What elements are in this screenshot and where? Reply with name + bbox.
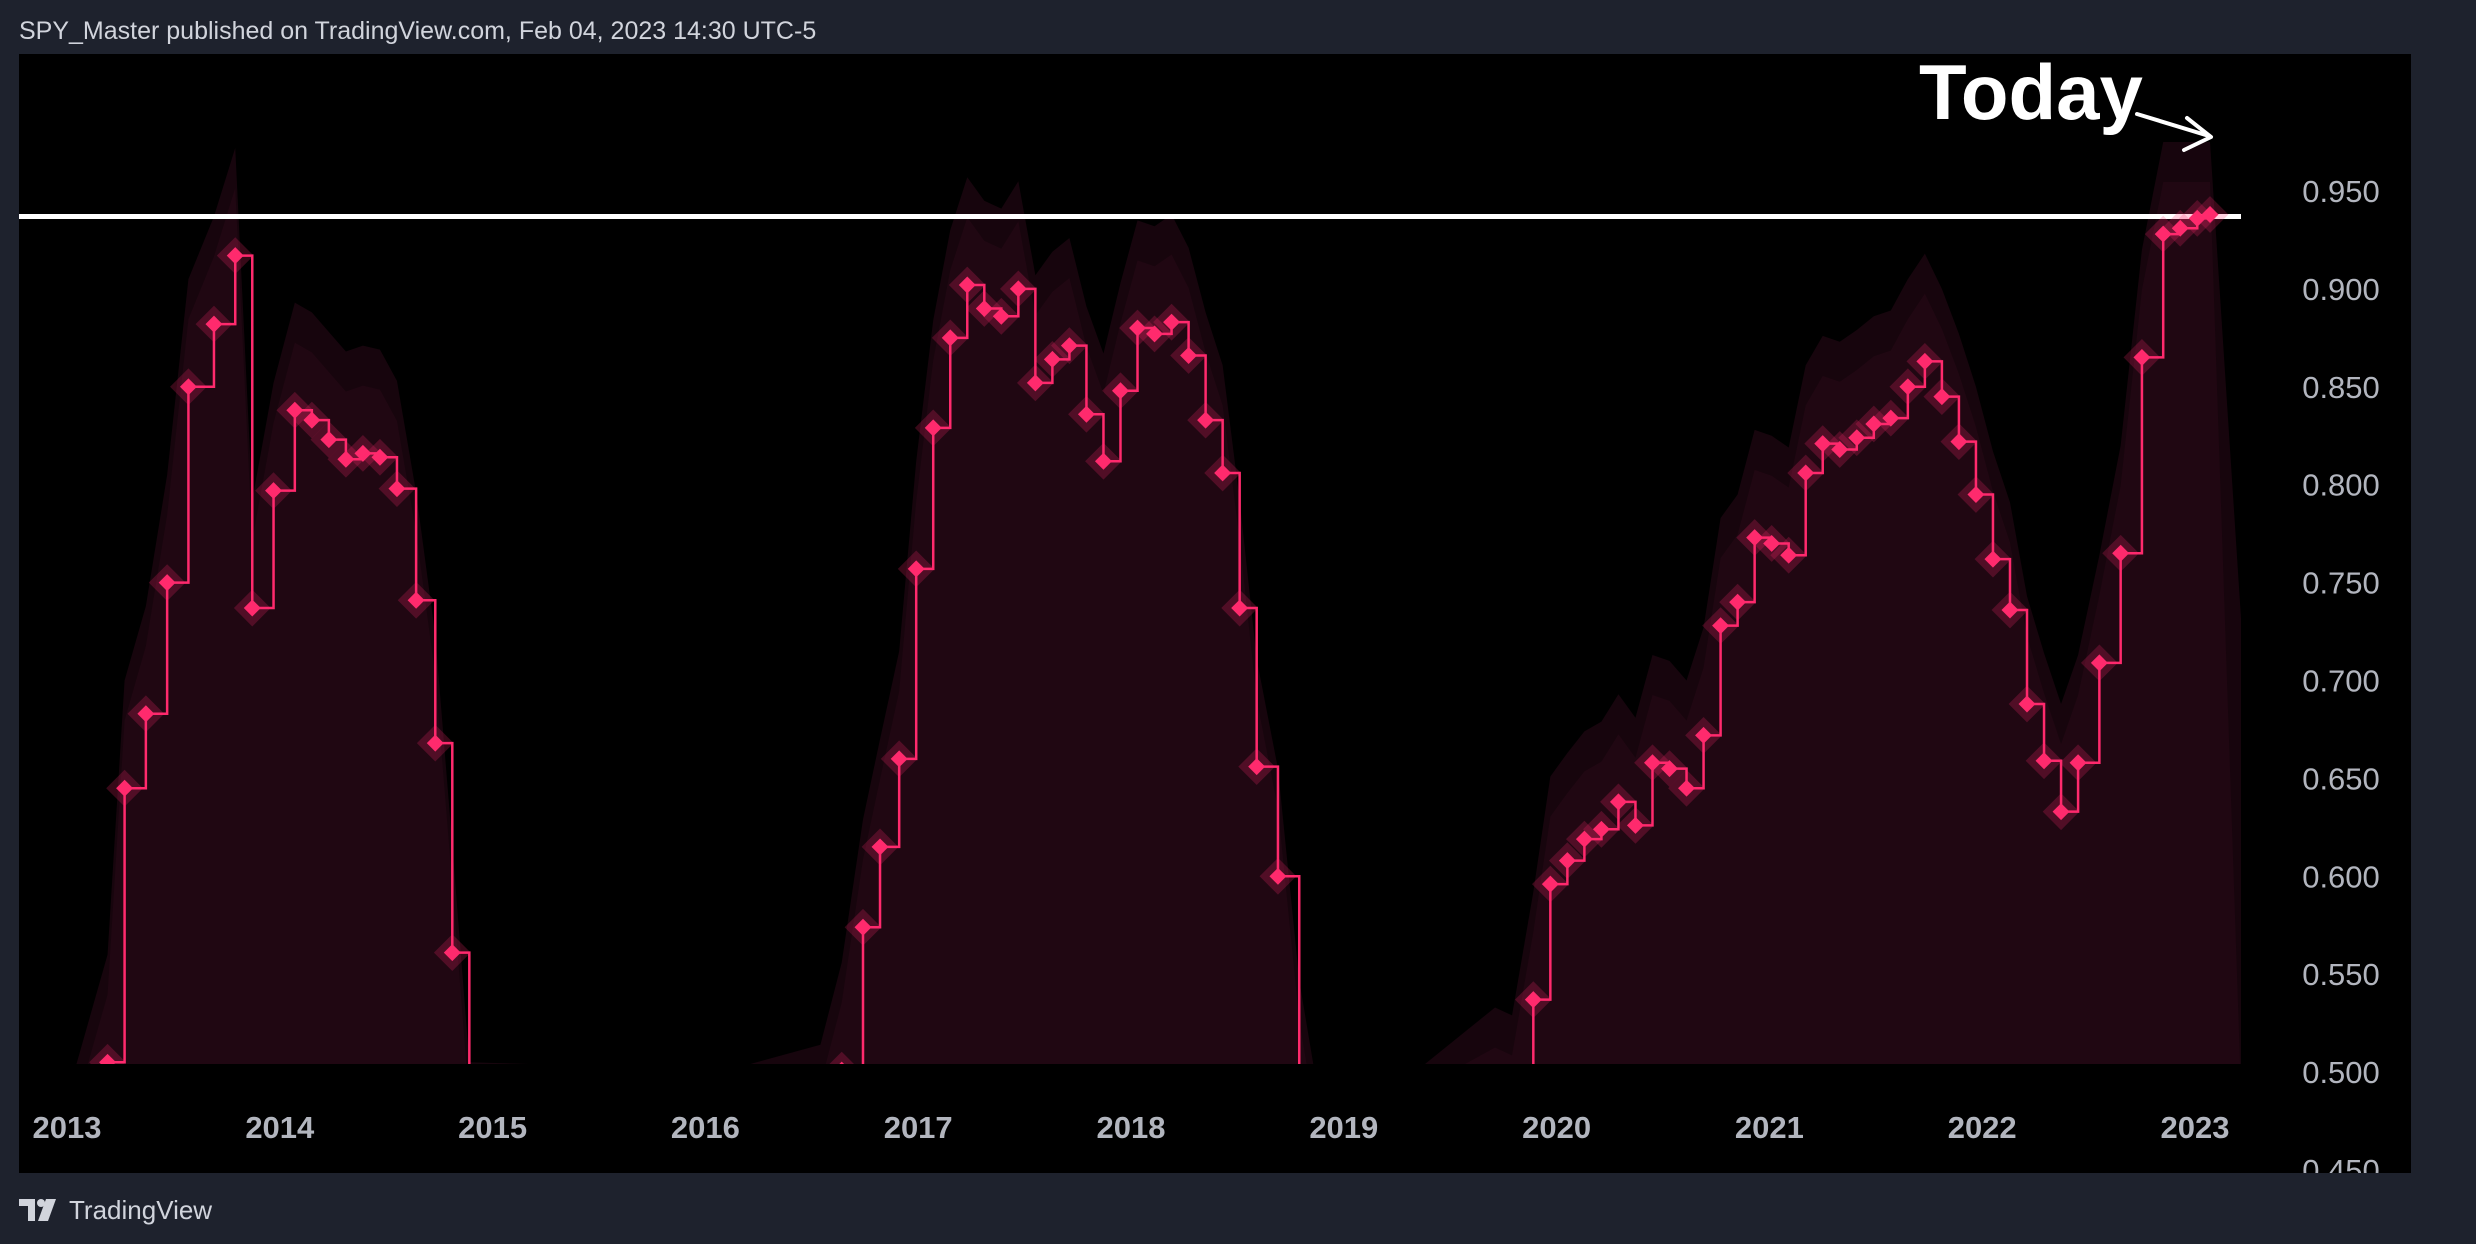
data-point bbox=[802, 1134, 839, 1171]
y-tick-label: 0.650 bbox=[2302, 761, 2380, 796]
band-core-1 bbox=[41, 187, 500, 1064]
band-core-3 bbox=[1465, 182, 2241, 1064]
x-tick-label: 2023 bbox=[2161, 1110, 2230, 1145]
x-tick-label: 2018 bbox=[1097, 1110, 1166, 1145]
x-tick-label: 2022 bbox=[1948, 1110, 2017, 1145]
brand-label: TradingView bbox=[69, 1194, 213, 1225]
tradingview-logo-icon bbox=[19, 1199, 56, 1221]
y-tick-label: 0.750 bbox=[2302, 566, 2380, 601]
y-tick-label: 0.800 bbox=[2302, 468, 2380, 503]
y-tick-label: 0.950 bbox=[2302, 174, 2380, 209]
y-tick-label: 0.700 bbox=[2302, 664, 2380, 699]
data-point bbox=[451, 1152, 488, 1173]
x-tick-label: 2013 bbox=[33, 1110, 102, 1145]
data-point-halo bbox=[451, 1152, 488, 1173]
x-tick-label: 2021 bbox=[1735, 1110, 1804, 1145]
data-point-halo bbox=[1477, 1097, 1514, 1134]
data-point-marker bbox=[833, 1061, 851, 1064]
data-point-halo bbox=[802, 1134, 839, 1171]
y-tick-label: 0.850 bbox=[2302, 370, 2380, 405]
x-tick-label: 2017 bbox=[884, 1110, 953, 1145]
y-tick-label: 0.500 bbox=[2302, 1055, 2380, 1090]
y-tick-label: 0.450 bbox=[2302, 1153, 2380, 1173]
data-point-marker bbox=[812, 1144, 829, 1161]
data-point-marker bbox=[461, 1162, 478, 1173]
x-axis: 2013 2014 2015 2016 2017 2018 2019 2020 2021 2022… bbox=[33, 1110, 2230, 1145]
confidence-band bbox=[19, 142, 2241, 1064]
data-point bbox=[53, 1171, 90, 1173]
data-point bbox=[1281, 1069, 1318, 1106]
y-axis: 0.950 0.900 0.850 0.800 0.750 0.700 0.650 0.600… bbox=[2302, 174, 2380, 1173]
x-tick-label: 2020 bbox=[1522, 1110, 1591, 1145]
data-point-marker bbox=[1487, 1107, 1504, 1124]
data-point-halo bbox=[53, 1171, 90, 1173]
y-tick-label: 0.900 bbox=[2302, 272, 2380, 307]
data-point-halo bbox=[1281, 1069, 1318, 1106]
publish-info: SPY_Master published on TradingView.com,… bbox=[19, 17, 817, 45]
data-point-marker bbox=[1504, 1115, 1521, 1132]
today-annotation-label: Today bbox=[1919, 54, 2143, 136]
x-tick-label: 2015 bbox=[458, 1110, 527, 1145]
y-tick-label: 0.600 bbox=[2302, 859, 2380, 894]
data-point bbox=[1298, 1171, 1335, 1173]
x-tick-label: 2016 bbox=[671, 1110, 740, 1145]
data-point bbox=[1477, 1097, 1514, 1134]
x-tick-label: 2019 bbox=[1309, 1110, 1378, 1145]
footer-brand[interactable]: TradingView bbox=[19, 1190, 212, 1230]
y-tick-label: 0.550 bbox=[2302, 957, 2380, 992]
data-point-halo bbox=[1298, 1171, 1335, 1173]
annotation-layer: Today bbox=[1919, 54, 2213, 152]
x-tick-label: 2014 bbox=[245, 1110, 315, 1145]
chart-area[interactable]: 0.950 0.900 0.850 0.800 0.750 0.700 0.650 0.600… bbox=[19, 54, 2411, 1173]
data-point-marker bbox=[1291, 1079, 1308, 1096]
step-line-chart: 0.950 0.900 0.850 0.800 0.750 0.700 0.650 0.600… bbox=[19, 54, 2380, 1173]
